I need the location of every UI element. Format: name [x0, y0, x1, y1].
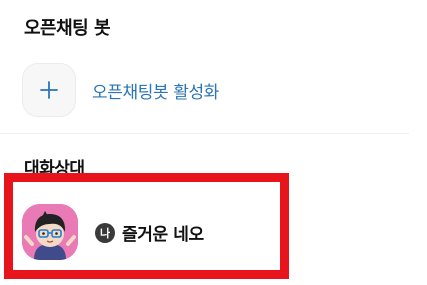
me-badge: 나	[95, 222, 115, 243]
activate-openchat-bot-button[interactable]: 오픈채팅봇 활성화	[22, 62, 219, 118]
plus-icon[interactable]	[22, 63, 76, 117]
section-divider	[0, 133, 409, 134]
chatroom-info-panel: 오픈채팅 봇 오픈채팅봇 활성화 대화상대 나 즐거운 네오	[0, 0, 427, 285]
avatar[interactable]	[22, 204, 78, 260]
openchat-bot-section-title: 오픈채팅 봇	[24, 18, 111, 39]
activate-openchat-bot-label[interactable]: 오픈채팅봇 활성화	[92, 78, 219, 103]
friend-name[interactable]: 즐거운 네오	[122, 220, 204, 245]
friend-list-item[interactable]: 나 즐거운 네오	[95, 220, 204, 245]
